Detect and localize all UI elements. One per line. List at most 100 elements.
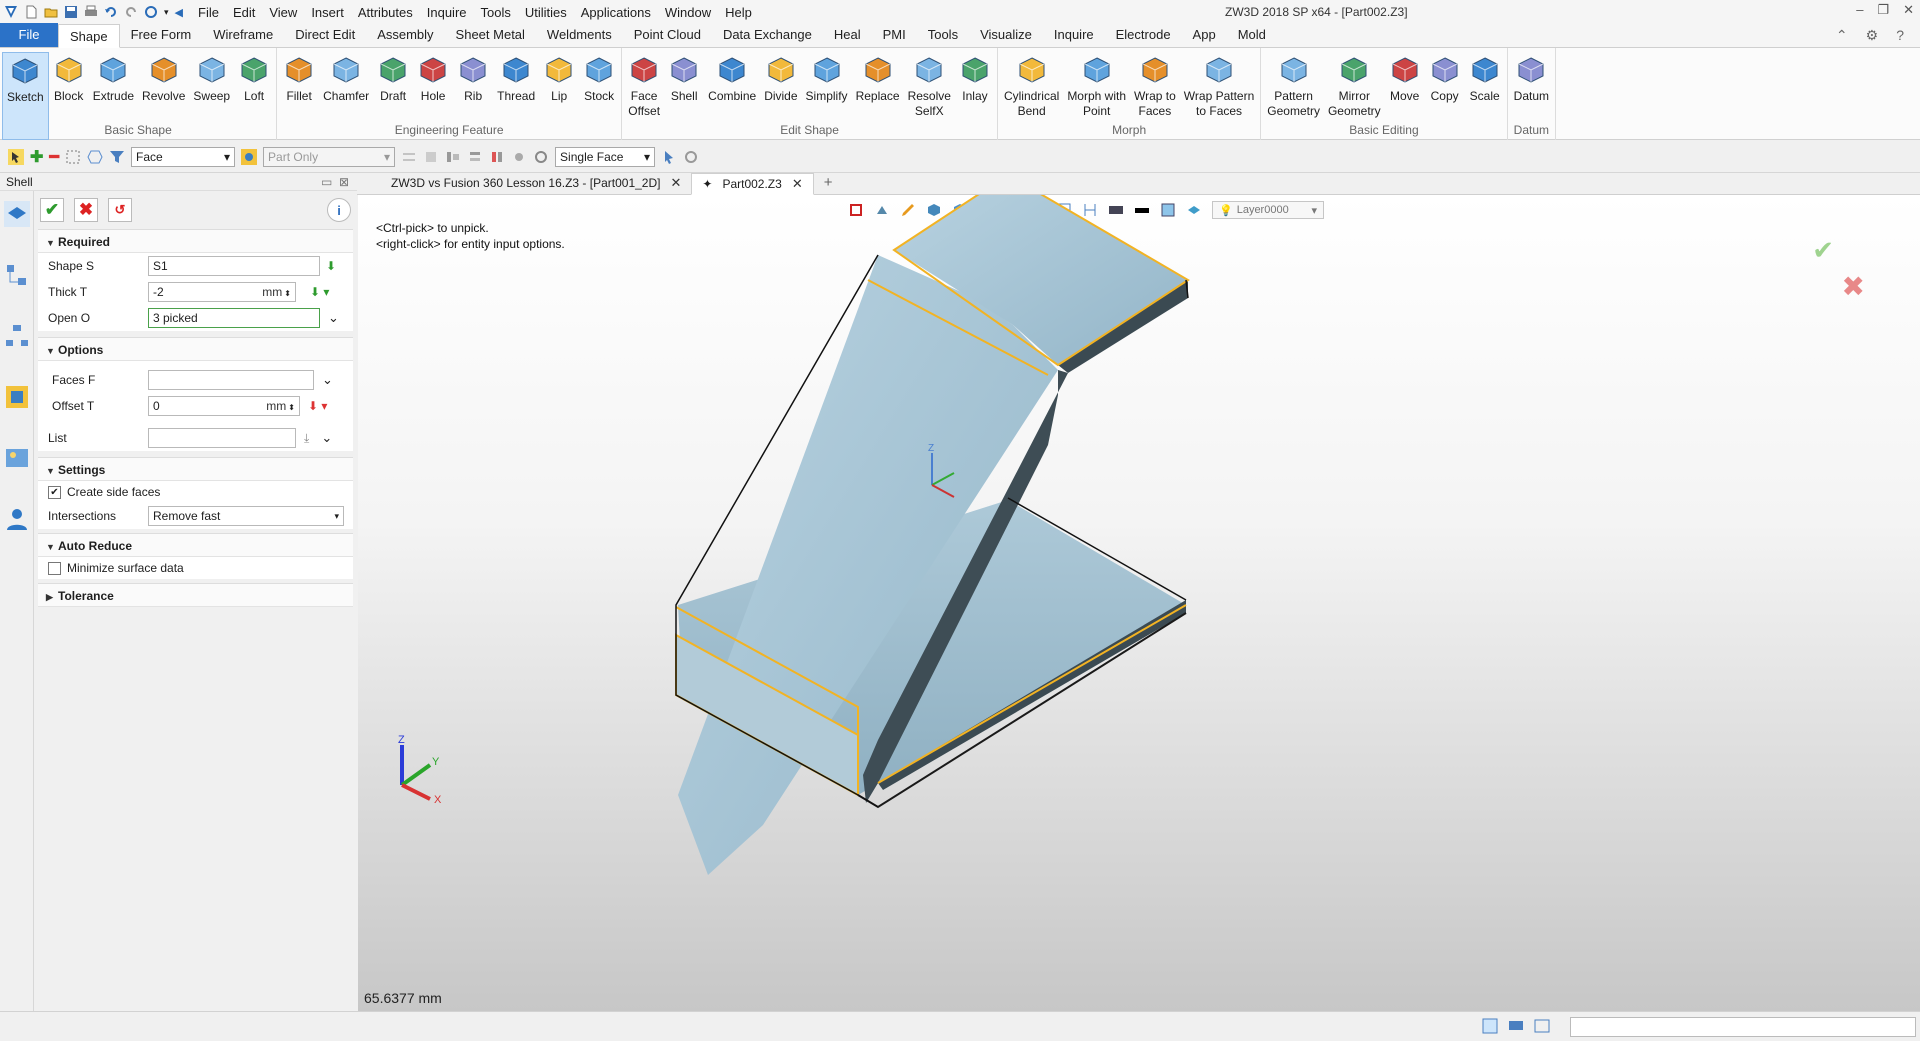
- add-icon[interactable]: ✚: [30, 147, 43, 167]
- app-logo-icon[interactable]: [4, 5, 18, 19]
- options-header[interactable]: ▼ Options: [38, 337, 353, 361]
- ribbon-tab-point-cloud[interactable]: Point Cloud: [623, 23, 712, 47]
- open-file-icon[interactable]: [44, 5, 58, 19]
- cancel-button[interactable]: ✖: [74, 198, 98, 222]
- document-tab[interactable]: ZW3D vs Fusion 360 Lesson 16.Z3 - [Part0…: [381, 172, 691, 194]
- menu-tools[interactable]: Tools: [474, 5, 518, 20]
- list-view-icon[interactable]: [1534, 1018, 1550, 1034]
- settings-gear-icon[interactable]: [533, 149, 549, 165]
- thick-field[interactable]: -2 mm ⬍: [148, 282, 296, 302]
- align-left-icon[interactable]: [445, 149, 461, 165]
- ribbon-tab-heal[interactable]: Heal: [823, 23, 872, 47]
- ribbon-tab-weldments[interactable]: Weldments: [536, 23, 623, 47]
- expand-chevron-icon[interactable]: ⌄: [321, 430, 332, 446]
- pick-filter-icon[interactable]: [65, 149, 81, 165]
- ribbon-tab-visualize[interactable]: Visualize: [969, 23, 1043, 47]
- minimize-surface-checkbox[interactable]: [48, 561, 61, 575]
- menu-insert[interactable]: Insert: [304, 5, 351, 20]
- feature-manager-icon[interactable]: [4, 201, 30, 227]
- save-icon[interactable]: [64, 5, 78, 19]
- spinner-icon[interactable]: ⬍: [284, 289, 291, 298]
- expand-chevron-icon[interactable]: ⌄: [322, 372, 333, 388]
- list-download-icon[interactable]: ⤓: [304, 431, 309, 446]
- ribbon-tab-direct-edit[interactable]: Direct Edit: [284, 23, 366, 47]
- touch-icon[interactable]: [511, 149, 527, 165]
- align-center-icon[interactable]: [467, 149, 483, 165]
- offset-field[interactable]: 0 mm ⬍: [148, 396, 300, 416]
- ribbon-tab-mold[interactable]: Mold: [1227, 23, 1277, 47]
- ribbon-tab-inquire[interactable]: Inquire: [1043, 23, 1105, 47]
- chevron-down-icon[interactable]: ▾: [164, 7, 169, 18]
- ribbon-tab-file[interactable]: File: [0, 23, 58, 47]
- filter-funnel-icon[interactable]: [109, 149, 125, 165]
- spinner-icon[interactable]: ⬍: [288, 403, 295, 412]
- layout-icon[interactable]: [1482, 1018, 1498, 1034]
- ribbon-tab-electrode[interactable]: Electrode: [1105, 23, 1182, 47]
- part-library-icon[interactable]: [4, 384, 30, 410]
- ribbon-tab-pmi[interactable]: PMI: [872, 23, 917, 47]
- minimize-icon[interactable]: –: [1856, 2, 1863, 18]
- menu-view[interactable]: View: [262, 5, 304, 20]
- print-preview-icon[interactable]: [423, 149, 439, 165]
- new-tab-icon[interactable]: +: [824, 174, 833, 191]
- print-icon[interactable]: [84, 5, 98, 19]
- menu-window[interactable]: Window: [658, 5, 718, 20]
- menu-attributes[interactable]: Attributes: [351, 5, 420, 20]
- regen-icon[interactable]: [144, 5, 158, 19]
- menu-inquire[interactable]: Inquire: [420, 5, 474, 20]
- ribbon-tab-tools[interactable]: Tools: [917, 23, 969, 47]
- ok-button[interactable]: ✔: [40, 198, 64, 222]
- close-icon[interactable]: ✕: [1903, 2, 1914, 18]
- menu-help[interactable]: Help: [718, 5, 759, 20]
- ribbon-tab-data-exchange[interactable]: Data Exchange: [712, 23, 823, 47]
- remove-icon[interactable]: ━: [49, 147, 59, 167]
- expand-chevron-icon[interactable]: ⌄: [328, 310, 339, 326]
- grid-snap-icon[interactable]: [401, 149, 417, 165]
- settings-header[interactable]: ▼ Settings: [38, 457, 353, 481]
- image-library-icon[interactable]: [4, 445, 30, 471]
- close-tab-icon[interactable]: ✕: [670, 172, 681, 194]
- redo-icon[interactable]: [124, 5, 138, 19]
- undo-icon[interactable]: [104, 5, 118, 19]
- restore-icon[interactable]: ❐: [1877, 2, 1889, 18]
- menu-file[interactable]: File: [191, 5, 226, 20]
- pick-shape-icon[interactable]: ⬇: [326, 259, 336, 273]
- help-icon[interactable]: ?: [1896, 27, 1904, 43]
- monitor-icon[interactable]: [1508, 1018, 1524, 1034]
- color-pick-icon[interactable]: [489, 149, 505, 165]
- history-tree-icon[interactable]: [4, 262, 30, 288]
- part-model[interactable]: Z: [358, 195, 1920, 1011]
- menu-edit[interactable]: Edit: [226, 5, 262, 20]
- collapse-ribbon-icon[interactable]: ⌃: [1836, 27, 1848, 44]
- graphics-viewport[interactable]: <Ctrl-pick> to unpick. <right-click> for…: [358, 195, 1920, 1011]
- auto-reduce-header[interactable]: ▼ Auto Reduce: [38, 533, 353, 557]
- ribbon-tab-free-form[interactable]: Free Form: [120, 23, 203, 47]
- required-header[interactable]: ▼ Required: [38, 229, 353, 253]
- settings-icon[interactable]: ⚙: [1866, 27, 1879, 44]
- new-file-icon[interactable]: [24, 5, 38, 19]
- open-faces-field[interactable]: 3 picked: [148, 308, 320, 328]
- list-field[interactable]: [148, 428, 296, 448]
- shape-field[interactable]: S1: [148, 256, 320, 276]
- document-tab[interactable]: ✦ Part002.Z3 ✕: [691, 173, 814, 195]
- hexagon-icon[interactable]: [87, 149, 103, 165]
- user-role-icon[interactable]: [4, 506, 30, 532]
- menu-utilities[interactable]: Utilities: [518, 5, 574, 20]
- faces-field[interactable]: [148, 370, 314, 390]
- menu-applications[interactable]: Applications: [574, 5, 658, 20]
- pick-cursor-icon[interactable]: [8, 148, 24, 165]
- part-scope-icon[interactable]: [241, 148, 258, 165]
- filter-select[interactable]: Face ▾: [131, 146, 236, 167]
- info-button[interactable]: i: [327, 198, 351, 222]
- gear-icon[interactable]: [683, 149, 699, 165]
- pick-thickness-icon[interactable]: ⬇ ▾: [310, 285, 329, 299]
- close-tab-icon[interactable]: ✕: [792, 173, 803, 195]
- pick-offset-icon[interactable]: ⬇ ▾: [308, 399, 327, 413]
- ribbon-tab-sheet-metal[interactable]: Sheet Metal: [445, 23, 536, 47]
- assembly-tree-icon[interactable]: [4, 323, 30, 349]
- ribbon-tab-app[interactable]: App: [1182, 23, 1227, 47]
- apply-button[interactable]: ↺: [108, 198, 132, 222]
- ribbon-tab-shape[interactable]: Shape: [58, 24, 120, 48]
- arrow-cursor-icon[interactable]: [661, 149, 677, 165]
- pin-icon[interactable]: ▭ ⊠: [321, 173, 349, 191]
